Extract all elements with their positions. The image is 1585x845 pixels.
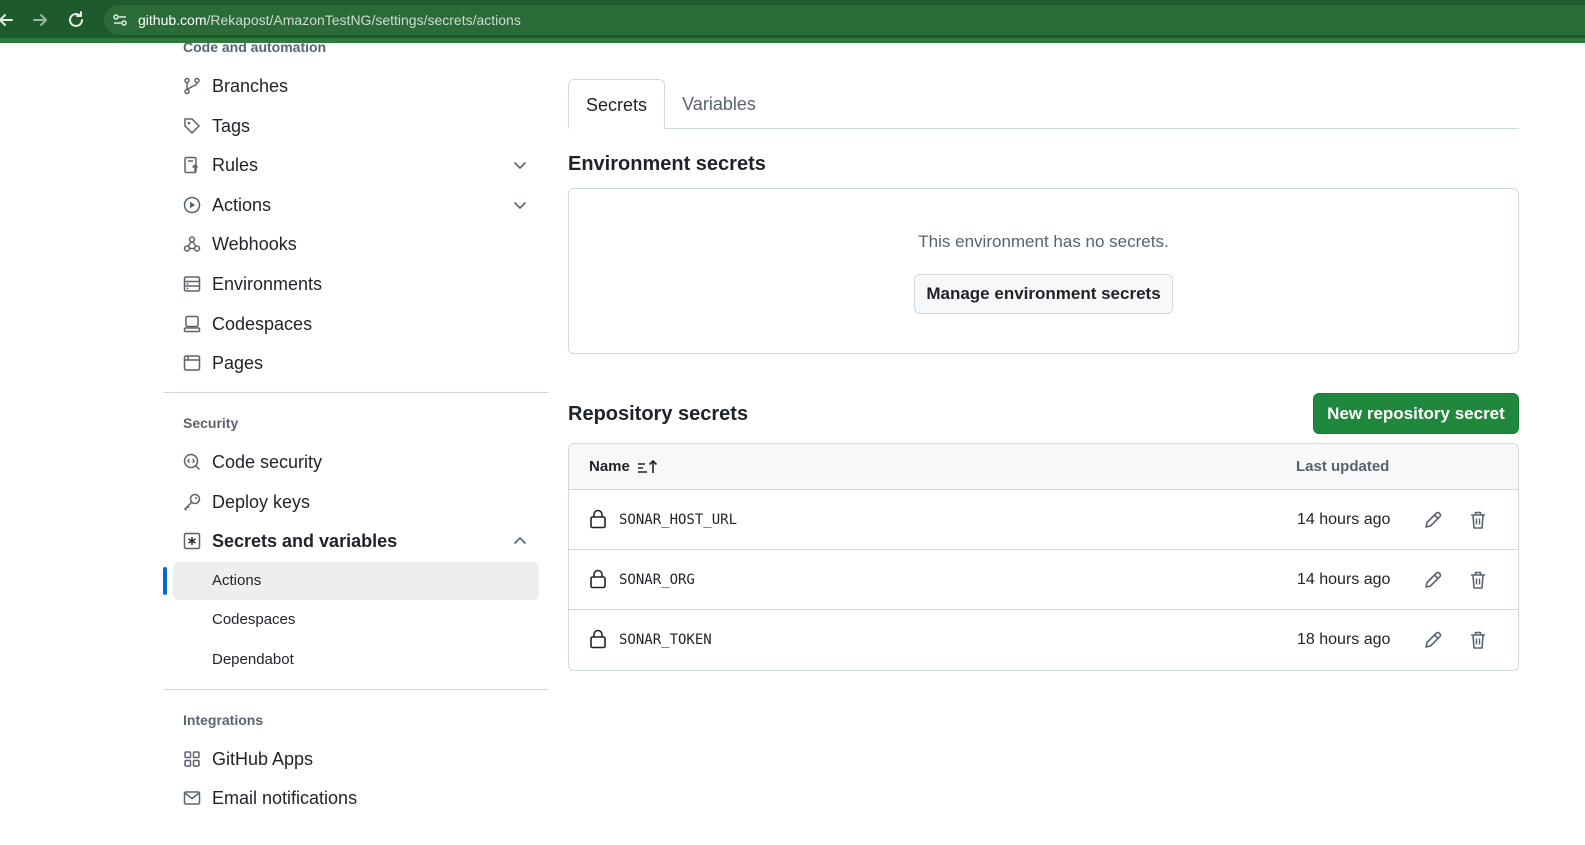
sidebar-divider <box>163 392 549 393</box>
sidebar-item-label: Deploy keys <box>212 492 311 512</box>
sidebar-item-label: Rules <box>212 155 259 175</box>
codescan-icon <box>183 453 201 471</box>
sidebar-divider <box>163 689 549 690</box>
codespaces-icon <box>183 315 201 333</box>
trash-icon[interactable] <box>1467 569 1489 591</box>
manage-environment-secrets-button[interactable]: Manage environment secrets <box>914 274 1173 314</box>
sidebar-item-email-notifications[interactable]: Email notifications <box>173 779 539 817</box>
sidebar-heading-security: Security <box>183 415 239 431</box>
table-header: Name Last updated <box>569 444 1518 490</box>
sidebar-item-code-security[interactable]: Code security <box>173 443 539 481</box>
sidebar-item-webhooks[interactable]: Webhooks <box>173 225 539 263</box>
sidebar-item-github-apps[interactable]: GitHub Apps <box>173 740 539 778</box>
sidebar-item-label: Actions <box>212 195 272 215</box>
pencil-icon[interactable] <box>1422 569 1444 591</box>
sidebar-item-label: Pages <box>212 353 264 373</box>
rules-icon <box>184 156 199 174</box>
address-bar[interactable]: github.com/Rekapost/AmazonTestNG/setting… <box>104 5 1585 35</box>
secret-name: SONAR_TOKEN <box>619 632 712 648</box>
reload-icon[interactable] <box>64 8 88 32</box>
site-info-icon[interactable] <box>112 12 128 28</box>
column-header-name[interactable]: Name <box>589 458 630 475</box>
secret-last-updated: 18 hours ago <box>1297 631 1391 648</box>
repository-secrets-table: Name Last updated SONAR_HOST_URL 14 hour… <box>568 443 1519 671</box>
secret-last-updated: 14 hours ago <box>1297 571 1391 588</box>
chevron-up-icon[interactable] <box>513 534 527 548</box>
sidebar-subitem-label: Dependabot <box>212 651 294 668</box>
sidebar-item-branches[interactable]: Branches <box>173 67 539 105</box>
active-item-marker <box>163 567 167 595</box>
arrow-right-icon[interactable] <box>28 8 52 32</box>
url-path: /Rekapost/AmazonTestNG/settings/secrets/… <box>206 12 521 28</box>
repository-secrets-title: Repository secrets <box>568 403 749 425</box>
secret-name: SONAR_HOST_URL <box>619 512 738 528</box>
trash-icon[interactable] <box>1467 509 1489 531</box>
key-icon <box>183 493 201 511</box>
browser-icon <box>183 355 201 371</box>
lock-icon <box>590 569 606 589</box>
sidebar-item-secrets-and-variables[interactable]: Secrets and variables <box>173 522 539 560</box>
sidebar-heading-code-automation: Code and automation <box>183 39 327 55</box>
pencil-icon[interactable] <box>1422 629 1444 651</box>
sidebar-subitem-dependabot[interactable]: Dependabot <box>173 641 539 679</box>
sidebar-item-label: Environments <box>212 274 323 294</box>
table-row: SONAR_HOST_URL 14 hours ago <box>569 490 1518 550</box>
lock-icon <box>590 629 606 649</box>
secret-name: SONAR_ORG <box>619 572 695 588</box>
chevron-down-icon[interactable] <box>513 158 527 172</box>
url-text: github.com/Rekapost/AmazonTestNG/setting… <box>138 12 521 28</box>
tab-variables[interactable]: Variables <box>668 79 770 129</box>
sidebar-heading-integrations: Integrations <box>183 712 264 728</box>
sidebar-subitem-label: Actions <box>212 572 262 589</box>
sidebar-item-actions[interactable]: Actions <box>173 186 539 224</box>
sidebar-item-codespaces[interactable]: Codespaces <box>173 305 539 343</box>
mail-icon <box>183 791 201 805</box>
secrets-tabs: Secrets Variables <box>568 79 1519 129</box>
tab-secrets[interactable]: Secrets <box>568 79 665 129</box>
sidebar-subitem-codespaces[interactable]: Codespaces <box>173 601 539 639</box>
sort-ascending-icon[interactable] <box>637 459 659 475</box>
column-header-last-updated: Last updated <box>1296 458 1390 475</box>
sidebar-item-label: Email notifications <box>212 788 358 808</box>
sidebar-item-label: Code security <box>212 452 323 472</box>
table-row: SONAR_ORG 14 hours ago <box>569 550 1518 610</box>
play-icon <box>183 196 201 214</box>
environment-empty-message: This environment has no secrets. <box>918 232 1169 251</box>
asterisk-icon <box>183 532 201 550</box>
browser-toolbar: github.com/Rekapost/AmazonTestNG/setting… <box>0 0 1585 40</box>
branch-icon <box>184 77 200 95</box>
sidebar-subitem-actions[interactable]: Actions <box>173 562 539 600</box>
arrow-left-icon[interactable] <box>0 8 18 32</box>
pencil-icon[interactable] <box>1422 509 1444 531</box>
environment-secrets-box: This environment has no secrets. Manage … <box>568 188 1519 354</box>
new-repository-secret-button[interactable]: New repository secret <box>1313 393 1519 434</box>
sidebar-subitem-label: Codespaces <box>212 611 296 628</box>
sidebar-item-label: Webhooks <box>212 234 297 254</box>
sidebar-item-label: Tags <box>212 116 251 136</box>
sidebar-item-label: Secrets and variables <box>212 531 398 551</box>
sidebar-item-environments[interactable]: Environments <box>173 265 539 303</box>
chevron-down-icon[interactable] <box>513 198 527 212</box>
trash-icon[interactable] <box>1467 629 1489 651</box>
table-row: SONAR_TOKEN 18 hours ago <box>569 610 1518 670</box>
sidebar-item-label: Codespaces <box>212 314 313 334</box>
sidebar-item-rules[interactable]: Rules <box>173 146 539 184</box>
apps-icon <box>184 751 200 767</box>
sidebar-item-tags[interactable]: Tags <box>173 107 539 145</box>
sidebar-item-pages[interactable]: Pages <box>173 344 539 382</box>
webhook-icon <box>183 236 201 252</box>
lock-icon <box>590 509 606 529</box>
sidebar-item-deploy-keys[interactable]: Deploy keys <box>173 483 539 521</box>
environment-secrets-title: Environment secrets <box>568 153 766 175</box>
secret-last-updated: 14 hours ago <box>1297 511 1391 528</box>
url-host: github.com <box>138 12 207 28</box>
tag-icon <box>184 118 200 134</box>
sidebar-item-label: Branches <box>212 76 289 96</box>
server-icon <box>183 276 201 292</box>
sidebar-item-label: GitHub Apps <box>212 749 314 769</box>
